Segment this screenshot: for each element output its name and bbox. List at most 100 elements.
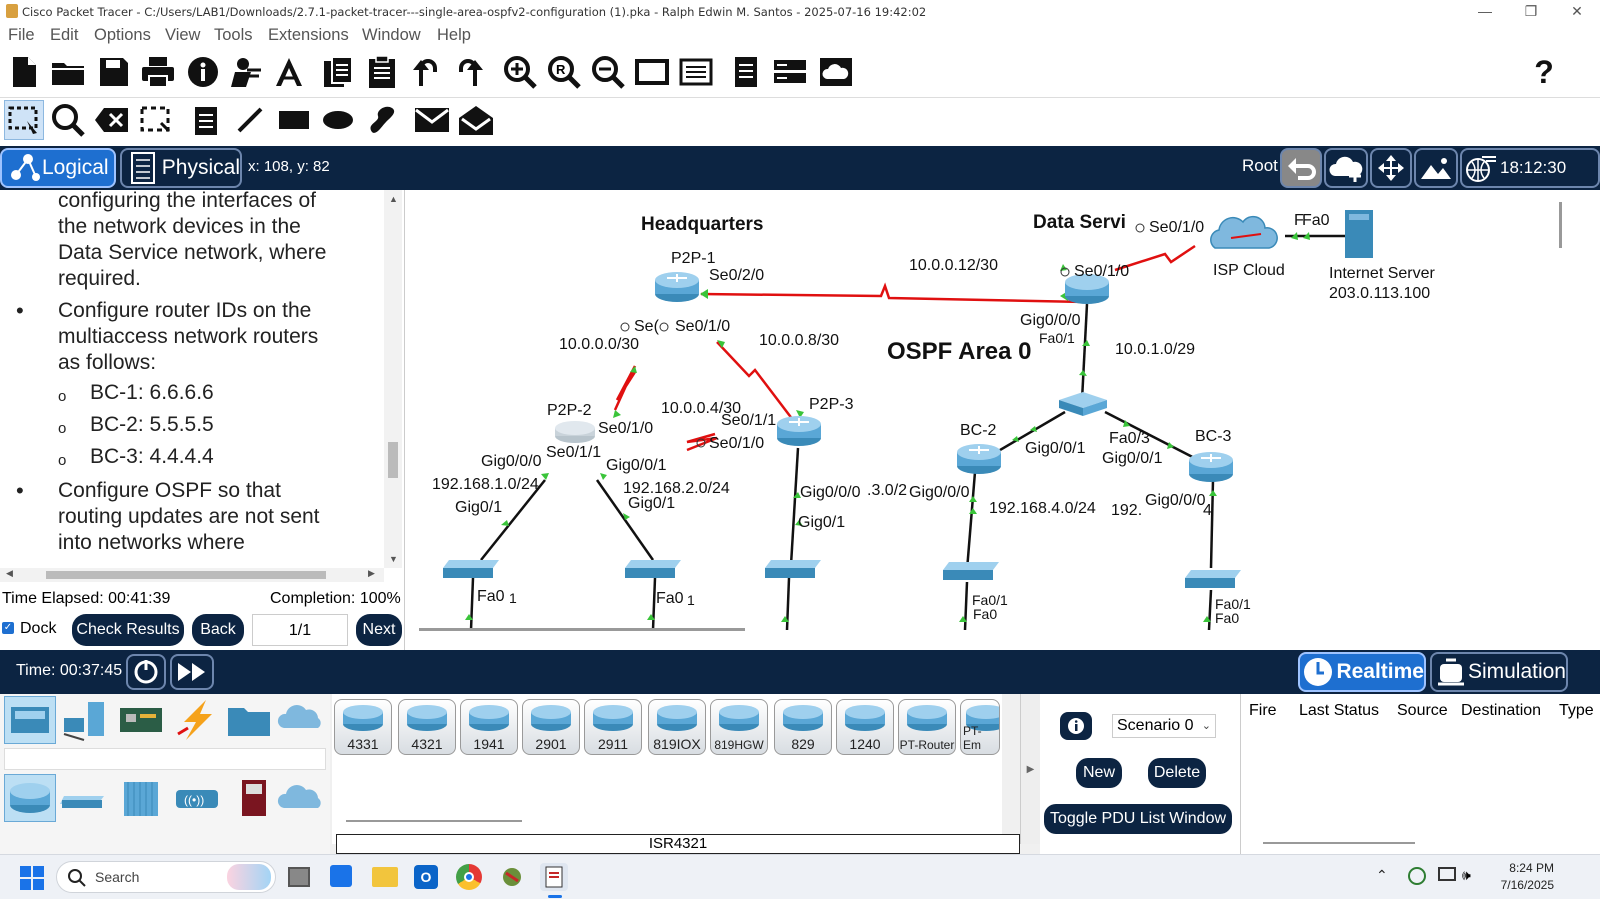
menu-extensions[interactable]: Extensions <box>268 26 349 45</box>
minimize-button[interactable]: — <box>1462 0 1508 24</box>
check-results-button[interactable]: Check Results <box>72 614 184 646</box>
multiuser-icon[interactable] <box>276 696 328 744</box>
viewport-clock[interactable]: 18:12:30 <box>1460 148 1600 188</box>
pdu-info-icon[interactable] <box>1060 712 1092 740</box>
col-destination[interactable]: Destination <box>1461 702 1541 720</box>
hscroll-thumb[interactable] <box>46 571 326 579</box>
device-rack-icon[interactable] <box>772 54 808 90</box>
tab-physical[interactable]: Physical <box>120 148 242 188</box>
miscellaneous-icon[interactable] <box>224 696 276 744</box>
volume-icon[interactable]: 🕪 <box>1462 867 1471 884</box>
realtime-button[interactable]: Realtime <box>1298 652 1426 692</box>
menu-file[interactable]: File <box>8 26 35 45</box>
app-icon-generic[interactable] <box>500 865 524 889</box>
device-4331[interactable]: 4331 <box>334 699 392 755</box>
instruction-hscrollbar[interactable]: ◀ ▶ <box>0 568 384 582</box>
device-2901[interactable]: 2901 <box>522 699 580 755</box>
hubs-icon[interactable] <box>116 774 168 822</box>
info-icon[interactable] <box>185 54 221 90</box>
root-label[interactable]: Root <box>1242 156 1278 176</box>
new-scenario-button[interactable]: New <box>1076 758 1122 788</box>
device-4321[interactable]: 4321 <box>398 699 456 755</box>
move-object-icon[interactable] <box>1370 148 1412 188</box>
freeform-icon[interactable] <box>364 102 400 138</box>
select-icon[interactable] <box>4 100 44 140</box>
place-note-icon[interactable] <box>188 102 224 138</box>
topology-canvas[interactable]: Headquarters Data Servi OSPF Area 0 P2P-… <box>404 190 1600 650</box>
copy-icon[interactable] <box>320 54 356 90</box>
task-view-icon[interactable] <box>288 867 310 887</box>
scroll-thumb[interactable] <box>388 442 398 478</box>
windows-start-icon[interactable] <box>20 866 44 895</box>
instruction-vscrollbar[interactable]: ▲ ▼ <box>384 190 402 568</box>
activity-wizard-icon[interactable] <box>271 54 307 90</box>
menu-edit[interactable]: Edit <box>50 26 78 45</box>
menu-view[interactable]: View <box>165 26 200 45</box>
delete-icon[interactable] <box>94 102 130 138</box>
cloud-network-icon[interactable] <box>818 54 854 90</box>
inspect-icon[interactable] <box>50 102 86 138</box>
col-last-status[interactable]: Last Status <box>1299 702 1379 720</box>
background-image-icon[interactable] <box>1414 148 1458 188</box>
routers-icon[interactable] <box>4 774 56 822</box>
switches-icon[interactable] <box>60 774 112 822</box>
zoom-reset-icon[interactable]: R <box>546 54 582 90</box>
drawing-palette-icon[interactable] <box>634 54 670 90</box>
tray-chevron-up-icon[interactable]: ⌃ <box>1376 867 1388 884</box>
chrome-icon[interactable] <box>456 864 482 890</box>
tab-logical[interactable]: Logical <box>0 148 116 188</box>
power-cycle-icon[interactable] <box>126 654 166 690</box>
delete-scenario-button[interactable]: Delete <box>1148 758 1206 788</box>
close-button[interactable]: ✕ <box>1554 0 1600 24</box>
paste-icon[interactable] <box>364 54 400 90</box>
zoom-in-icon[interactable] <box>502 54 538 90</box>
panel-collapse-handle[interactable]: ▶ <box>1020 694 1040 844</box>
wan-emulation-icon[interactable] <box>276 774 328 822</box>
redo-icon[interactable] <box>452 54 488 90</box>
widgets-icon[interactable] <box>330 865 352 887</box>
page-field[interactable]: 1/1 <box>252 614 348 646</box>
taskbar-date[interactable]: 7/16/2025 <box>1496 878 1554 892</box>
resize-shape-icon[interactable] <box>138 102 174 138</box>
device-1240[interactable]: 1240 <box>836 699 894 755</box>
device-819iox[interactable]: 819IOX <box>648 699 706 755</box>
network-devices-icon[interactable] <box>4 696 56 744</box>
device-819hgw[interactable]: 819HGW <box>710 699 768 755</box>
connections-icon[interactable] <box>172 696 224 744</box>
zoom-out-icon[interactable] <box>590 54 626 90</box>
menu-options[interactable]: Options <box>94 26 151 45</box>
draw-ellipse-icon[interactable] <box>320 102 356 138</box>
col-fire[interactable]: Fire <box>1249 702 1277 720</box>
toggle-pdu-list-button[interactable]: Toggle PDU List Window <box>1044 804 1232 834</box>
new-file-icon[interactable] <box>6 54 42 90</box>
add-complex-pdu-icon[interactable] <box>458 102 494 138</box>
custom-device-dialog-icon[interactable] <box>678 54 714 90</box>
models-hscroll[interactable] <box>346 820 522 822</box>
device-2911[interactable]: 2911 <box>584 699 642 755</box>
col-type[interactable]: Type <box>1559 702 1594 720</box>
add-simple-pdu-icon[interactable] <box>414 102 450 138</box>
device-1941[interactable]: 1941 <box>460 699 518 755</box>
print-icon[interactable] <box>140 54 176 90</box>
packet-tracer-taskbar-icon[interactable] <box>540 863 568 891</box>
taskbar-time[interactable]: 8:24 PM <box>1506 861 1554 875</box>
menu-tools[interactable]: Tools <box>214 26 253 45</box>
draw-rectangle-icon[interactable] <box>276 102 312 138</box>
back-to-root-icon[interactable] <box>1280 148 1322 188</box>
draw-line-icon[interactable] <box>232 102 268 138</box>
network-icon[interactable] <box>1438 867 1456 881</box>
menu-help[interactable]: Help <box>437 26 471 45</box>
file-explorer-icon[interactable] <box>372 867 398 887</box>
new-cluster-icon[interactable] <box>1324 148 1368 188</box>
help-icon[interactable]: ? <box>1526 54 1562 90</box>
restore-button[interactable]: ❐ <box>1508 0 1554 24</box>
wireless-devices-icon[interactable]: ((•)) <box>172 774 224 822</box>
outlook-icon[interactable]: O <box>414 865 438 889</box>
undo-icon[interactable] <box>408 54 444 90</box>
device-829[interactable]: 829 <box>774 699 832 755</box>
user-profile-icon[interactable] <box>227 54 263 90</box>
taskbar-search[interactable]: Search <box>56 861 276 893</box>
device-pt-empty[interactable]: PT-Em <box>960 699 1000 755</box>
simulation-button[interactable]: Simulation <box>1430 652 1568 692</box>
end-devices-icon[interactable] <box>60 696 112 744</box>
